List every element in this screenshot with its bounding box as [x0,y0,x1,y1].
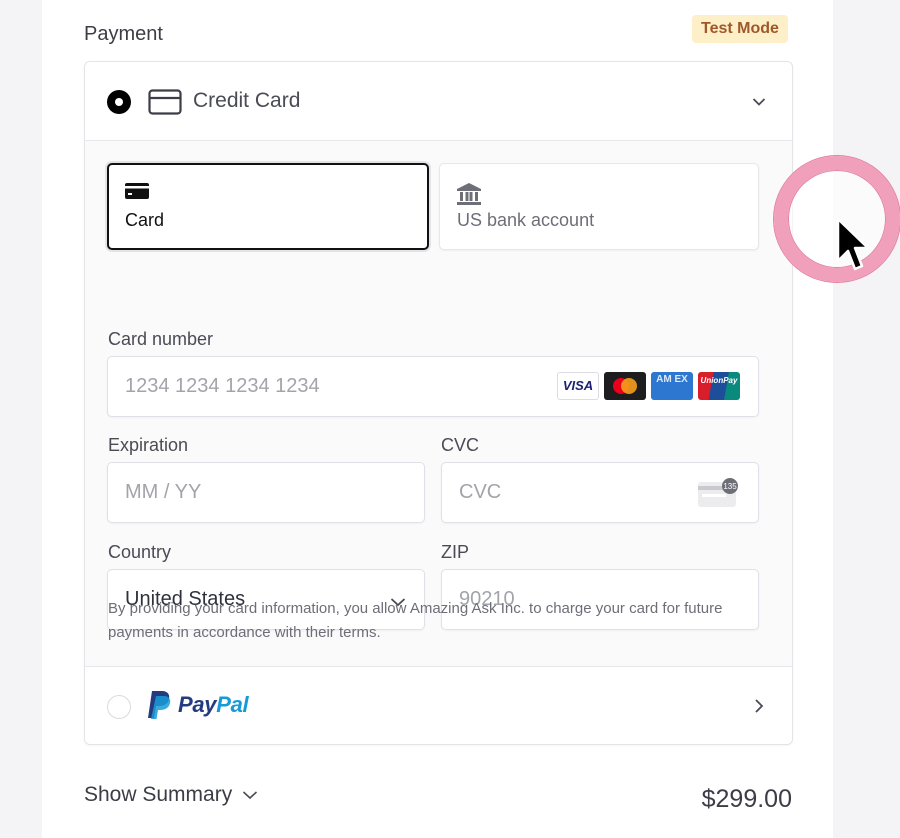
credit-card-form: Card US bank account Card number VISA AM… [85,141,792,666]
unionpay-logo-icon: UnionPay [698,372,740,400]
credit-card-method-header[interactable]: Credit Card [85,62,792,141]
paypal-method-row[interactable]: PayPal [85,666,792,744]
card-brand-logos: VISA AM EX UnionPay [557,372,740,400]
expiration-input[interactable] [125,463,347,522]
amex-logo-icon: AM EX [651,372,693,400]
paypal-logo: PayPal [148,691,249,719]
card-authorization-notice: By providing your card information, you … [108,600,723,641]
payment-methods-accordion: Credit Card Card US bank account Card nu… [84,61,793,745]
show-summary-label: Show Summary [84,783,233,806]
cvc-input[interactable] [459,463,681,522]
payment-section-title: Payment [84,23,163,45]
card-number-field[interactable]: VISA AM EX UnionPay [107,356,759,417]
mastercard-logo-icon [604,372,646,400]
expiration-field[interactable] [107,462,425,523]
paypal-radio-unselected[interactable] [107,695,131,719]
bank-icon [457,183,481,210]
credit-card-icon [125,183,149,204]
chevron-right-icon[interactable] [754,698,764,719]
credit-card-outline-icon [148,89,182,120]
order-total: $299.00 [701,785,792,813]
zip-label: ZIP [441,542,470,562]
cvc-card-back-icon: 135 [698,478,740,513]
credit-card-radio-selected[interactable] [107,90,131,114]
mouse-cursor-icon [836,217,870,280]
paypal-p-icon [148,691,171,719]
cvc-field[interactable]: 135 [441,462,759,523]
cvc-badge-text: 135 [723,482,737,491]
country-label: Country [108,542,172,562]
paypal-pay-text: Pay [178,692,217,717]
paypal-pal-text: Pal [216,692,249,717]
chevron-down-icon [243,791,258,800]
cvc-label: CVC [441,435,480,455]
expiration-label: Expiration [108,435,189,455]
visa-logo-icon: VISA [557,372,599,400]
show-summary-toggle[interactable]: Show Summary [84,783,258,807]
tab-us-bank-account[interactable]: US bank account [439,163,759,250]
tab-card[interactable]: Card [107,163,429,250]
tab-us-bank-account-label: US bank account [457,210,595,230]
card-number-label: Card number [108,329,214,349]
tab-card-label: Card [125,210,165,230]
credit-card-method-label: Credit Card [193,89,301,112]
test-mode-badge: Test Mode [692,15,788,43]
chevron-down-icon[interactable] [752,94,766,112]
card-number-input[interactable] [125,357,580,416]
